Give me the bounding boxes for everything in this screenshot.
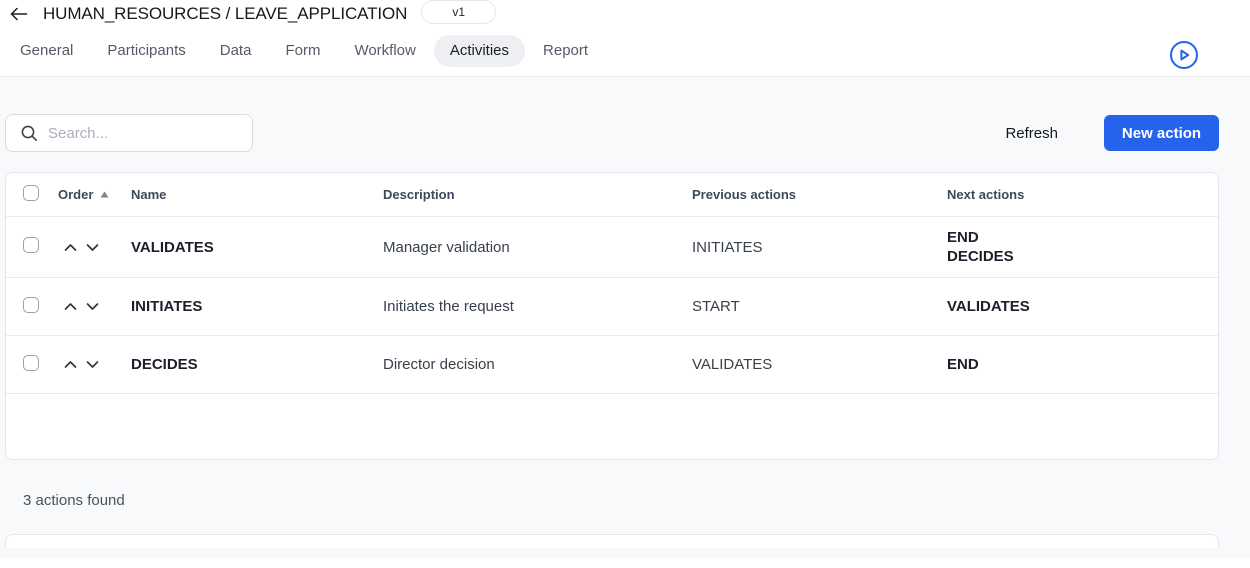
next-section-panel-edge	[5, 534, 1219, 548]
action-next-actions: VALIDATES	[947, 297, 1218, 316]
column-header-description: Description	[383, 187, 692, 202]
row-order-cell	[58, 240, 131, 255]
row-checkbox[interactable]	[23, 297, 39, 313]
header-checkbox-cell	[6, 185, 58, 205]
header: HUMAN_RESOURCES / LEAVE_APPLICATION v1 G…	[0, 0, 1250, 77]
row-checkbox-cell	[6, 297, 58, 317]
new-action-button[interactable]: New action	[1104, 115, 1219, 151]
action-name: VALIDATES	[131, 239, 383, 256]
row-checkbox[interactable]	[23, 355, 39, 371]
move-down-button[interactable]	[85, 299, 100, 314]
search-box[interactable]	[5, 114, 253, 152]
chevron-up-icon	[64, 302, 77, 311]
action-previous-actions: INITIATES	[692, 238, 947, 257]
action-previous-actions: VALIDATES	[692, 355, 947, 374]
run-process-button[interactable]	[1169, 40, 1199, 70]
action-next-actions: END DECIDES	[947, 228, 1218, 266]
tab-form[interactable]: Form	[285, 41, 320, 61]
version-badge: v1	[421, 0, 496, 24]
tab-workflow[interactable]: Workflow	[354, 41, 415, 61]
tab-activities[interactable]: Activities	[434, 35, 525, 67]
table-row: INITIATES Initiates the request START VA…	[6, 278, 1218, 336]
actions-table: Order Name Description Previous actions …	[5, 172, 1219, 460]
action-description: Initiates the request	[383, 298, 692, 315]
breadcrumb: HUMAN_RESOURCES / LEAVE_APPLICATION	[43, 4, 407, 24]
chevron-up-icon	[64, 243, 77, 252]
search-icon	[20, 124, 38, 142]
move-up-button[interactable]	[63, 299, 78, 314]
row-checkbox-cell	[6, 237, 58, 257]
row-order-cell	[58, 357, 131, 372]
results-count: 3 actions found	[23, 492, 1219, 509]
chevron-down-icon	[86, 302, 99, 311]
action-description: Director decision	[383, 356, 692, 373]
row-order-cell	[58, 299, 131, 314]
table-row: DECIDES Director decision VALIDATES END	[6, 336, 1218, 394]
action-description: Manager validation	[383, 239, 692, 256]
move-down-button[interactable]	[85, 240, 100, 255]
column-header-order: Order	[58, 187, 131, 202]
play-circle-icon	[1169, 40, 1199, 70]
column-header-order-label: Order	[58, 187, 93, 202]
select-all-checkbox[interactable]	[23, 185, 39, 201]
chevron-down-icon	[86, 360, 99, 369]
action-previous-actions: START	[692, 297, 947, 316]
topbar: HUMAN_RESOURCES / LEAVE_APPLICATION v1	[0, 0, 1250, 28]
column-header-previous-actions: Previous actions	[692, 187, 947, 202]
column-header-next-actions: Next actions	[947, 187, 1218, 202]
table-header-row: Order Name Description Previous actions …	[6, 173, 1218, 217]
sort-asc-icon	[100, 191, 109, 198]
chevron-up-icon	[64, 360, 77, 369]
row-checkbox-cell	[6, 355, 58, 375]
table-row: VALIDATES Manager validation INITIATES E…	[6, 217, 1218, 278]
tab-data[interactable]: Data	[220, 41, 252, 61]
column-header-name: Name	[131, 187, 383, 202]
refresh-button[interactable]: Refresh	[1003, 121, 1060, 146]
tab-participants[interactable]: Participants	[107, 41, 185, 61]
toolbar: Refresh New action	[5, 77, 1219, 152]
move-up-button[interactable]	[63, 357, 78, 372]
tab-general[interactable]: General	[20, 41, 73, 61]
back-button[interactable]	[10, 2, 36, 26]
search-input[interactable]	[48, 125, 240, 142]
tab-bar: General Participants Data Form Workflow …	[0, 28, 1250, 76]
chevron-down-icon	[86, 243, 99, 252]
workflow-activities-page: HUMAN_RESOURCES / LEAVE_APPLICATION v1 G…	[0, 0, 1250, 568]
move-up-button[interactable]	[63, 240, 78, 255]
back-arrow-icon	[10, 7, 28, 21]
content-area: Refresh New action Order Name Descript	[0, 77, 1250, 558]
row-checkbox[interactable]	[23, 237, 39, 253]
move-down-button[interactable]	[85, 357, 100, 372]
tab-report[interactable]: Report	[543, 41, 588, 61]
action-name: DECIDES	[131, 356, 383, 373]
action-next-actions: END	[947, 355, 1218, 374]
action-name: INITIATES	[131, 298, 383, 315]
table-body: VALIDATES Manager validation INITIATES E…	[6, 217, 1218, 394]
sort-by-order-button[interactable]: Order	[58, 187, 109, 202]
